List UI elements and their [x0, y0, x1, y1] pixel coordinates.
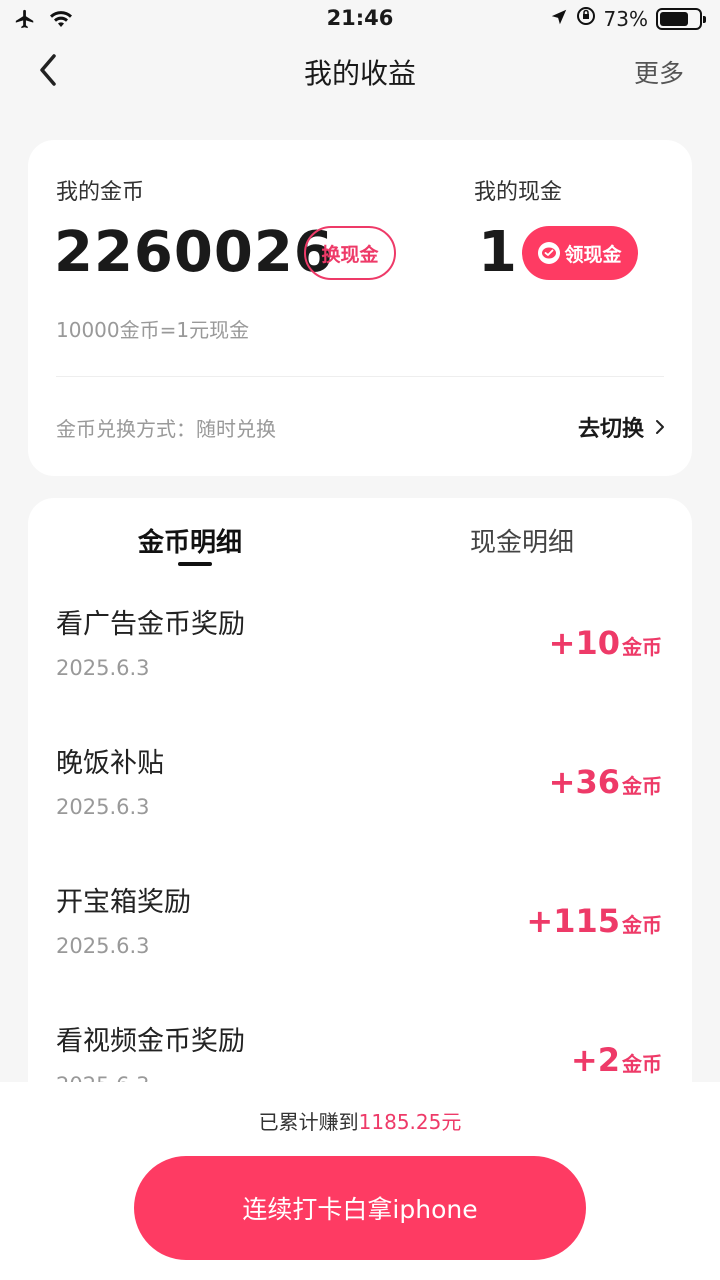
- record-amount-unit: 金币: [622, 774, 662, 798]
- orientation-lock-icon: [576, 6, 596, 31]
- record-amount: +10 金币: [549, 624, 662, 662]
- battery-percent: 73%: [603, 6, 648, 31]
- exchange-method-text: 金币兑换方式：随时兑换: [56, 417, 276, 441]
- record-amount-value: +115: [526, 902, 620, 940]
- status-bar: 21:46 73%: [0, 0, 720, 40]
- cash-value: 1: [478, 220, 517, 285]
- chevron-right-icon: [656, 420, 664, 434]
- record-amount-value: +2: [570, 1041, 620, 1079]
- record-amount-value: +10: [548, 624, 620, 662]
- record-amount-unit: 金币: [622, 913, 662, 937]
- coins-label: 我的金币: [56, 180, 145, 205]
- divider: [56, 376, 664, 377]
- record-title: 开宝箱奖励: [56, 887, 191, 918]
- wechat-icon: [538, 242, 561, 264]
- more-button[interactable]: 更多: [634, 54, 684, 90]
- exchange-rate-text: 10000金币=1元现金: [56, 318, 250, 342]
- record-row[interactable]: 开宝箱奖励 2025.6.3 +115 金币: [28, 880, 692, 1019]
- active-tab-indicator: [178, 562, 212, 566]
- record-date: 2025.6.3: [56, 795, 150, 819]
- record-date: 2025.6.3: [56, 656, 150, 680]
- record-title: 看视频金币奖励: [56, 1026, 245, 1057]
- record-amount: +115 金币: [526, 902, 662, 940]
- claim-cash-label: 领现金: [564, 243, 622, 266]
- record-row[interactable]: 看广告金币奖励 2025.6.3 +10 金币: [28, 602, 692, 741]
- total-earned-prefix: 已累计赚到: [258, 1110, 359, 1134]
- checkin-button[interactable]: 连续打卡白拿iphone: [134, 1156, 586, 1260]
- record-amount: +2 金币: [571, 1041, 662, 1079]
- coins-value: 2260026: [54, 220, 334, 285]
- record-title: 晚饭补贴: [56, 748, 164, 779]
- claim-cash-button[interactable]: 领现金: [522, 226, 638, 280]
- record-amount: +36 金币: [549, 763, 662, 801]
- bottom-bar: 已累计赚到1185.25元 连续打卡白拿iphone: [0, 1082, 720, 1280]
- record-amount-value: +36: [548, 763, 620, 801]
- status-right: 73%: [550, 6, 706, 31]
- record-row[interactable]: 晚饭补贴 2025.6.3 +36 金币: [28, 741, 692, 880]
- cash-label: 我的现金: [474, 180, 563, 205]
- total-earned-amount: 1185.25元: [358, 1110, 462, 1134]
- switch-method-link[interactable]: 去切换: [578, 411, 666, 443]
- exchange-cash-button[interactable]: 换现金: [304, 226, 396, 280]
- earnings-card: 我的金币 我的现金 2260026 换现金 1 领现金 10000金币=1元现金…: [28, 140, 692, 476]
- battery-icon: [656, 7, 706, 30]
- record-title: 看广告金币奖励: [56, 609, 245, 640]
- switch-method-label: 去切换: [577, 417, 644, 442]
- tab-coin-details[interactable]: 金币明细: [138, 522, 242, 559]
- record-amount-unit: 金币: [622, 635, 662, 659]
- location-arrow-icon: [550, 7, 568, 31]
- nav-bar: 我的收益 更多: [0, 40, 720, 100]
- record-amount-unit: 金币: [622, 1052, 662, 1076]
- battery-level: [660, 11, 688, 26]
- page-title: 我的收益: [303, 57, 416, 90]
- total-earned-text: 已累计赚到1185.25元: [0, 1106, 720, 1135]
- tab-cash-details[interactable]: 现金明细: [470, 522, 574, 559]
- record-date: 2025.6.3: [56, 934, 150, 958]
